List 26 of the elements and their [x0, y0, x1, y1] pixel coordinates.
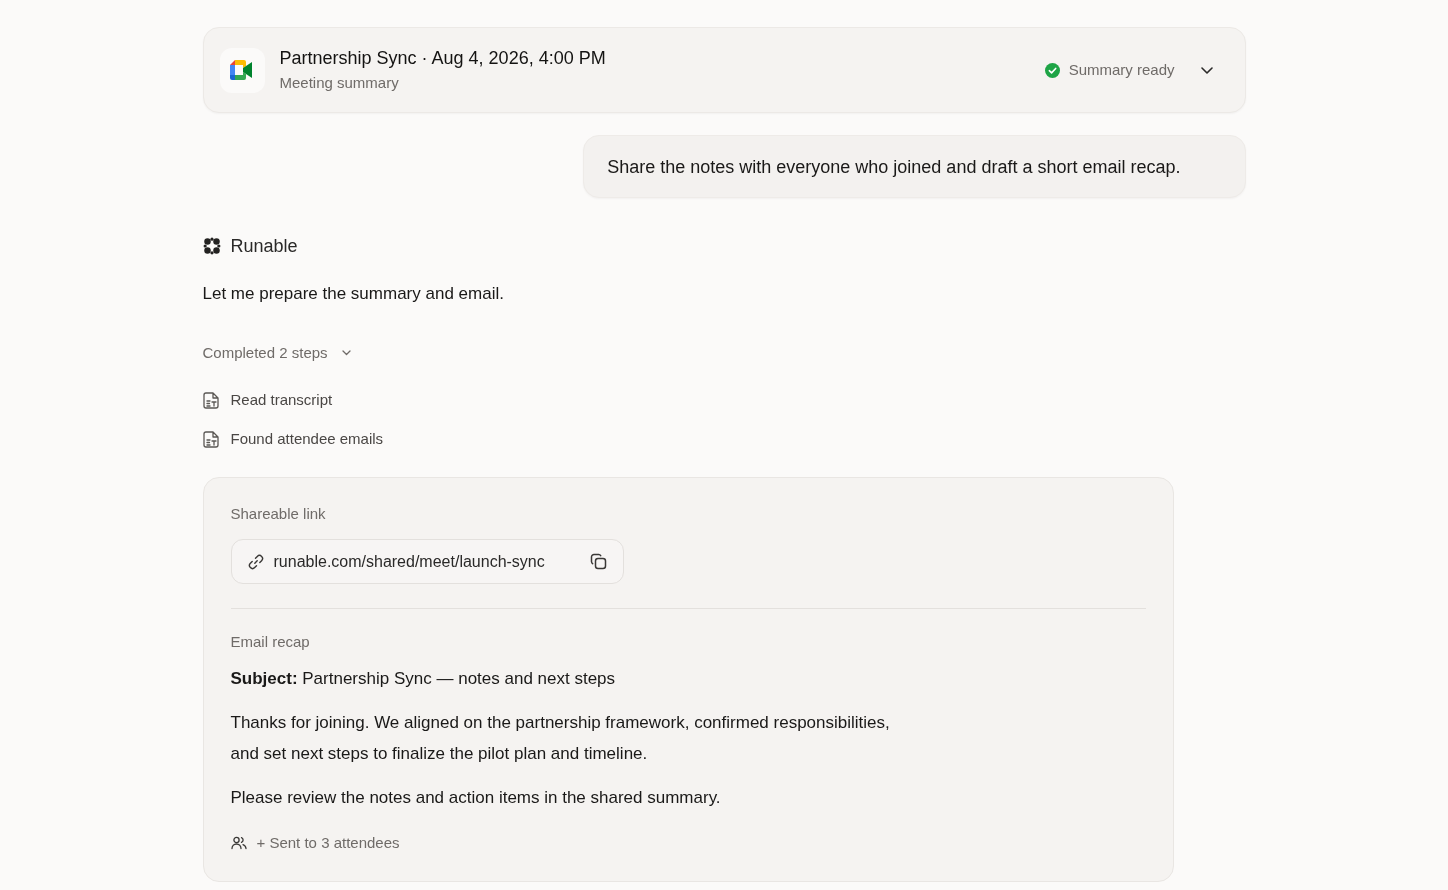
copy-button[interactable] — [588, 551, 609, 572]
steps-toggle[interactable]: Completed 2 steps — [202, 343, 351, 363]
section-label: Shareable link — [230, 504, 326, 524]
email-paragraph: Thanks for joining. We aligned on the partnership framework, confirmed responsibilities, and set next steps to finalize the pilot plan and timeline. — [230, 712, 891, 765]
meeting-title: Partnership Sync · Aug 4, 2026, 4:00 PM — [279, 47, 606, 69]
document-icon — [202, 430, 219, 448]
assistant-name: Runable — [230, 235, 298, 257]
status-label: Summary ready — [1068, 60, 1175, 80]
document-icon — [202, 391, 219, 409]
link-icon — [247, 553, 264, 570]
step-label: Read transcript — [230, 390, 333, 410]
email-subject: Subject: Partnership Sync — notes and next steps — [230, 668, 616, 690]
chevron-down-icon — [341, 350, 351, 356]
user-message-bubble: Share the notes with everyone who joined and draft a short email recap. — [583, 135, 1246, 198]
video-camera-icon — [219, 47, 265, 93]
link-url: runable.com/shared/meet/launch-sync — [273, 551, 545, 572]
email-paragraph: Please review the notes and action items in the shared summary. — [230, 787, 722, 809]
meeting-subtitle: Meeting summary — [279, 73, 399, 93]
chevron-down-icon — [1200, 66, 1213, 74]
assistant-message: Let me prepare the summary and email. — [202, 283, 504, 305]
recipients-note: + Sent to 3 attendees — [256, 833, 400, 853]
step-label: Found attendee emails — [230, 429, 384, 449]
section-label: Email recap — [230, 632, 310, 652]
people-icon — [230, 836, 247, 850]
dots-cluster-icon — [202, 237, 221, 255]
copy-icon — [590, 553, 607, 570]
